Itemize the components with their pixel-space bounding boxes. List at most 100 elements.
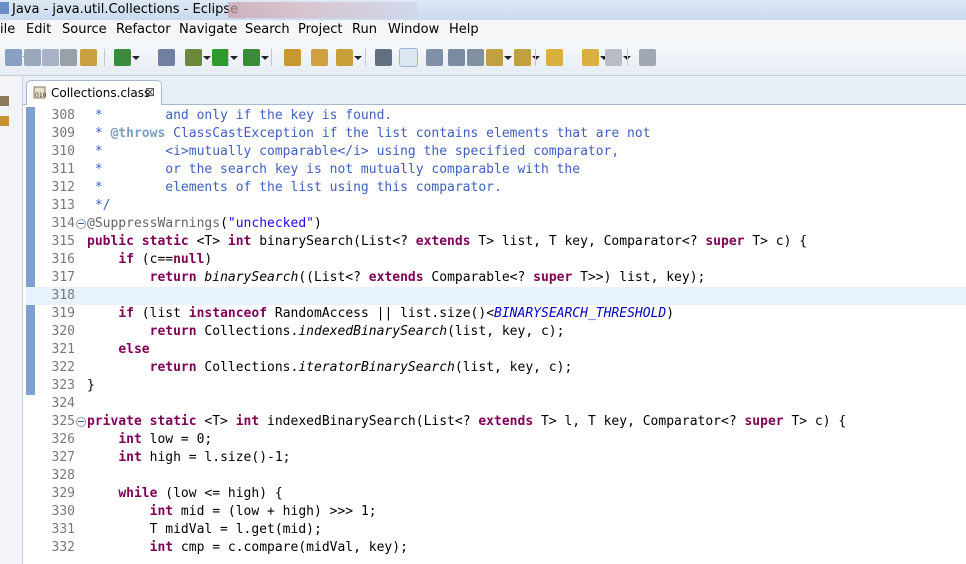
code-line[interactable]: 313 */ [26, 197, 966, 215]
line-number: 329 [51, 486, 75, 501]
next-edit-icon[interactable] [486, 49, 512, 66]
toolbar-separator [271, 49, 272, 66]
code-line[interactable]: 310 * <i>mutually comparable</i> using t… [26, 143, 966, 161]
new-package-icon[interactable] [80, 49, 97, 66]
code-line[interactable]: 319 if (list instanceof RandomAccess || … [26, 305, 966, 323]
code-line[interactable]: 315 public static <T> int binarySearch(Li… [26, 233, 966, 251]
save-all-icon[interactable] [42, 49, 59, 66]
code-text: * <i>mutually comparable</i> using the s… [87, 144, 620, 159]
code-line[interactable]: 311 * or the search key is not mutually … [26, 161, 966, 179]
line-number: 321 [51, 342, 75, 357]
menu-source[interactable]: Source [62, 22, 107, 37]
code-text: * and only if the key is found. [87, 108, 393, 123]
code-line[interactable]: 312 * elements of the list using this co… [26, 179, 966, 197]
line-number: 328 [51, 468, 75, 483]
code-line[interactable]: 331 T midVal = l.get(mid); [26, 521, 966, 539]
code-line[interactable]: 316 if (c==null) [26, 251, 966, 269]
open-type-icon[interactable] [284, 49, 301, 66]
code-text: return Collections.iteratorBinarySearch(… [149, 360, 573, 375]
code-line[interactable]: 322 return Collections.iteratorBinarySea… [26, 359, 966, 377]
menu-project[interactable]: Project [298, 22, 342, 37]
line-number: 319 [51, 306, 75, 321]
run-icon[interactable] [212, 49, 238, 66]
open-task-icon[interactable] [311, 49, 328, 66]
line-number: 311 [51, 162, 75, 177]
code-line[interactable]: 308 * and only if the key is found. [26, 107, 966, 125]
code-text: * or the search key is not mutually comp… [87, 162, 581, 177]
line-number: 326 [51, 432, 75, 447]
new-icon[interactable] [5, 49, 31, 66]
line-number: 325 [51, 414, 75, 429]
menu-run[interactable]: Run [352, 22, 377, 37]
code-line[interactable]: 309 * @throws ClassCastException if the … [26, 125, 966, 143]
code-line[interactable]: 332 int cmp = c.compare(midVal, key); [26, 539, 966, 557]
package-explorer-icon[interactable] [0, 96, 9, 106]
code-line[interactable]: 327 int high = l.size()-1; [26, 449, 966, 467]
code-text: int cmp = c.compare(midVal, key); [149, 540, 408, 555]
code-text: int mid = (low + high) >>> 1; [149, 504, 377, 519]
main-toolbar [0, 41, 966, 76]
line-number: 312 [51, 180, 75, 195]
menu-edit[interactable]: Edit [26, 22, 51, 37]
fold-collapse-icon[interactable] [76, 219, 86, 229]
run-external-tools-icon[interactable] [243, 49, 269, 66]
menu-help[interactable]: Help [449, 22, 479, 37]
pin-editor-icon[interactable] [639, 49, 656, 66]
last-edit-location-icon[interactable] [546, 49, 563, 66]
line-number: 314 [51, 216, 75, 231]
code-line[interactable]: 325 private static <T> int indexedBinaryS… [26, 413, 966, 431]
code-line[interactable]: 320 return Collections.indexedBinarySear… [26, 323, 966, 341]
code-text: } [87, 378, 95, 393]
code-line[interactable]: 323} [26, 377, 966, 395]
code-line[interactable]: 321 else [26, 341, 966, 359]
forward-icon[interactable] [605, 49, 631, 66]
code-text: int high = l.size()-1; [118, 450, 291, 465]
toggle-mark-occurrences-icon[interactable] [399, 48, 418, 67]
save-icon[interactable] [24, 49, 41, 66]
code-text: * elements of the list using this compar… [87, 180, 502, 195]
menu-navigate[interactable]: Navigate [179, 22, 237, 37]
code-text: int low = 0; [118, 432, 213, 447]
toolbar-separator [627, 49, 628, 66]
code-text: return binarySearch((List<? extends Comp… [149, 270, 706, 285]
menu-file[interactable]: ile [0, 22, 15, 37]
code-line[interactable]: 328 [26, 467, 966, 485]
line-number: 322 [51, 360, 75, 375]
toolbar-separator [104, 49, 105, 66]
code-line[interactable]: 326 int low = 0; [26, 431, 966, 449]
next-annotation-icon[interactable] [375, 49, 392, 66]
menu-search[interactable]: Search [245, 22, 290, 37]
hierarchy-icon[interactable] [0, 116, 9, 126]
menu-refactor[interactable]: Refactor [116, 22, 171, 37]
back-icon[interactable] [582, 49, 608, 66]
toggle-block-selection-icon[interactable] [426, 49, 443, 66]
debug-icon[interactable] [185, 49, 211, 66]
code-text: else [118, 342, 150, 357]
code-line[interactable]: 314 @SuppressWarnings("unchecked") [26, 215, 966, 233]
code-text: if (list instanceof RandomAccess || list… [118, 306, 675, 321]
menu-window[interactable]: Window [388, 22, 439, 37]
breadcrumb-icon[interactable] [467, 49, 484, 66]
code-line[interactable]: 330 int mid = (low + high) >>> 1; [26, 503, 966, 521]
editor-tab-bar: 010 Collections.class ⊠ [23, 76, 966, 105]
new-class-icon[interactable] [114, 49, 140, 66]
line-number: 309 [51, 126, 75, 141]
tab-label: Collections.class [51, 86, 151, 100]
line-number: 330 [51, 504, 75, 519]
skip-breakpoints-icon[interactable] [158, 49, 175, 66]
fold-collapse-icon[interactable] [76, 417, 86, 427]
tab-collections-class[interactable]: 010 Collections.class ⊠ [26, 80, 162, 105]
code-editor[interactable]: 308 * and only if the key is found. 309 *… [26, 107, 966, 564]
code-line[interactable]: 317 return binarySearch((List<? extends … [26, 269, 966, 287]
title-bar: Java - java.util.Collections - Eclipse [0, 0, 966, 20]
code-text: private static <T> int indexedBinarySear… [87, 414, 847, 429]
close-icon[interactable]: ⊠ [145, 85, 155, 99]
code-line[interactable]: 329 while (low <= high) { [26, 485, 966, 503]
previous-edit-icon[interactable] [514, 49, 540, 66]
line-number: 332 [51, 540, 75, 555]
search-icon[interactable] [336, 49, 362, 66]
code-line[interactable]: 324 [26, 395, 966, 413]
show-whitespace-icon[interactable] [448, 49, 465, 66]
current-line[interactable]: 318 [26, 287, 966, 305]
print-icon[interactable] [60, 49, 77, 66]
